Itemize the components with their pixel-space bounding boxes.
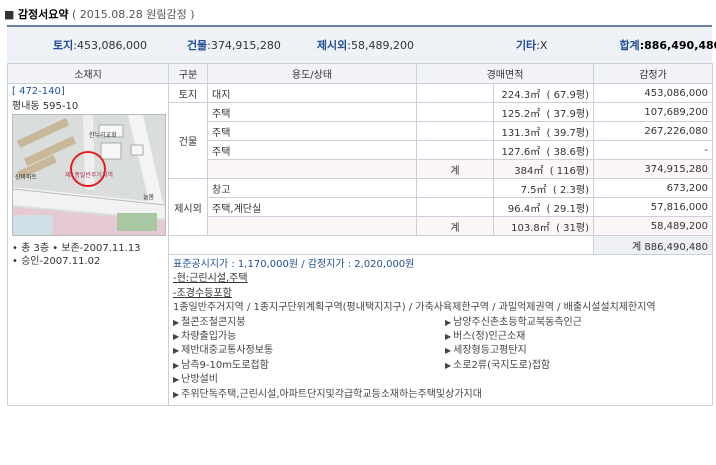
map-label-apartment: 장마파트	[15, 173, 38, 181]
category-land: 토지	[168, 83, 208, 103]
price-cell: -	[593, 140, 713, 160]
list-item: ▶ 차량출입가능	[173, 331, 237, 343]
area-value: 96.4㎡ ( 29.1평)	[493, 197, 594, 217]
use-cell: 주택	[207, 140, 417, 160]
use-cell: 대지	[207, 83, 417, 103]
bullet-approval: • 승인-2007.11.02	[12, 256, 101, 267]
bullet-floors: • 총 3층 • 보존-2007.11.13	[12, 243, 141, 254]
area-cell	[416, 140, 494, 160]
use-cell: 주택,계단실	[207, 197, 417, 217]
building-bullets: • 총 3층 • 보존-2007.11.13 • 승인-2007.11.02	[12, 242, 164, 268]
list-item: ▶ 소로2류(국지도로)접함	[445, 359, 551, 371]
category-building: 건물	[168, 102, 208, 179]
use-cell	[207, 159, 417, 179]
area-cell	[416, 102, 494, 122]
col-location: 소재지	[7, 63, 169, 84]
use-cell: 주택	[207, 102, 417, 122]
area-value: 131.3㎡ ( 39.7평)	[493, 121, 594, 141]
area-value: 103.8㎡ ( 31평)	[493, 216, 594, 236]
list-item: ▶ 주위단독주택,근린시설,아파트단지및각급학교등소재하는주택및상가지대	[173, 388, 482, 400]
lot-code[interactable]: [ 472-140]	[12, 86, 164, 97]
feature-list: ▶ 철콘조철콘지붕 ▶ 남양주신촌초등학교북동측인근 ▶ 차량출입가능 ▶ 버스(정)인…	[173, 316, 708, 402]
list-item: ▶ 난방설비	[173, 374, 218, 386]
list-item	[445, 373, 705, 387]
map-label-church: 한누리교회	[89, 131, 117, 139]
area-cell	[416, 178, 494, 198]
price-cell: 107,689,200	[593, 102, 713, 122]
list-item: ▶ 철콘조철콘지붕	[173, 316, 246, 328]
map-image: 제1종일반주거지역 한누리교회 장마파트 늘봄	[13, 115, 165, 235]
area-value: 127.6㎡ ( 38.6평)	[493, 140, 594, 160]
grand-total: 계 886,490,480	[593, 235, 713, 255]
map-label-road: 늘봄	[143, 194, 155, 201]
area-value: 125.2㎡ ( 37.9평)	[493, 102, 594, 122]
col-price: 감정가	[593, 63, 713, 84]
inspection-note: -조경수등포함	[173, 287, 232, 299]
area-value: 224.3㎡ ( 67.9평)	[493, 83, 594, 103]
list-item: ▶ 남측9-10m도로접함	[173, 359, 269, 371]
summary-land: 토지:453,086,000	[53, 39, 147, 52]
price-cell: 374,915,280	[593, 159, 713, 179]
zoning-text: 1종일반주거지역 / 1종지구단위계획구역(평내택지지구) / 가축사육제한구역…	[173, 302, 656, 314]
address: 평내동 595-10	[12, 101, 79, 112]
price-cell: 453,086,000	[593, 83, 713, 103]
current-use: -현:근린시설,주택	[173, 273, 248, 285]
grand-total-spacer	[168, 235, 594, 255]
use-cell	[207, 216, 417, 236]
col-category: 구분	[168, 63, 208, 84]
table-header-row: 소재지 구분 용도/상태 경매면적 감정가	[7, 63, 713, 84]
table-row: [ 472-140] 평내동 595-10 제1종일반주거지역 한누리교회 장마…	[7, 82, 713, 407]
appraisal-date: ( 2015.08.28 원림감정 )	[72, 8, 195, 21]
info-cell: 표준공시지가 : 1,170,000원 / 감정지가 : 2,020,000원 …	[168, 253, 713, 407]
list-item: ▶ 남양주신촌초등학교북동측인근	[445, 316, 582, 328]
list-item: ▶ 버스(정)인근소재	[445, 331, 526, 343]
area-cell	[416, 83, 494, 103]
summary-building: 건물:374,915,280	[186, 39, 281, 52]
price-line: 표준공시지가 : 1,170,000원 / 감정지가 : 2,020,000원	[173, 259, 415, 270]
subtotal-label: 계	[416, 159, 494, 179]
price-cell: 673,200	[593, 178, 713, 198]
summary-bar: 토지:453,086,000 건물:374,915,280 제시외:58,489…	[7, 25, 716, 64]
col-use: 용도/상태	[207, 63, 417, 84]
category-extra: 제시외	[168, 178, 208, 236]
area-cell	[416, 121, 494, 141]
appraisal-table: 소재지 구분 용도/상태 경매면적 감정가 [ 472-140] 평내동 595…	[7, 63, 713, 407]
use-cell: 창고	[207, 178, 417, 198]
section-title: 감정서요약	[17, 8, 69, 21]
subtotal-label: 계	[416, 216, 494, 236]
header-bullet: ■	[4, 8, 15, 21]
price-cell: 58,489,200	[593, 216, 713, 236]
area-cell	[416, 197, 494, 217]
summary-other: 기타:X	[515, 39, 548, 52]
map-label-zone: 제1종일반주거지역	[65, 171, 113, 179]
use-cell: 주택	[207, 121, 417, 141]
location-map[interactable]: 제1종일반주거지역 한누리교회 장마파트 늘봄	[12, 114, 166, 236]
col-area: 경매면적	[416, 63, 594, 84]
location-cell: [ 472-140] 평내동 595-10 제1종일반주거지역 한누리교회 장마…	[7, 82, 169, 407]
summary-extra: 제시외:58,489,200	[316, 39, 414, 52]
summary-total: 합계:886,490,480	[619, 39, 716, 52]
list-item: ▶ 세장형등고평탄지	[445, 345, 527, 357]
price-cell: 267,226,080	[593, 121, 713, 141]
area-value: 384㎡ ( 116평)	[493, 159, 594, 179]
price-cell: 57,816,000	[593, 197, 713, 217]
section-header: ■ 감정서요약 ( 2015.08.28 원림감정 )	[4, 6, 195, 21]
list-item: ▶ 제반대중교통사정보통	[173, 345, 274, 357]
area-value: 7.5㎡ ( 2.3평)	[493, 178, 594, 198]
